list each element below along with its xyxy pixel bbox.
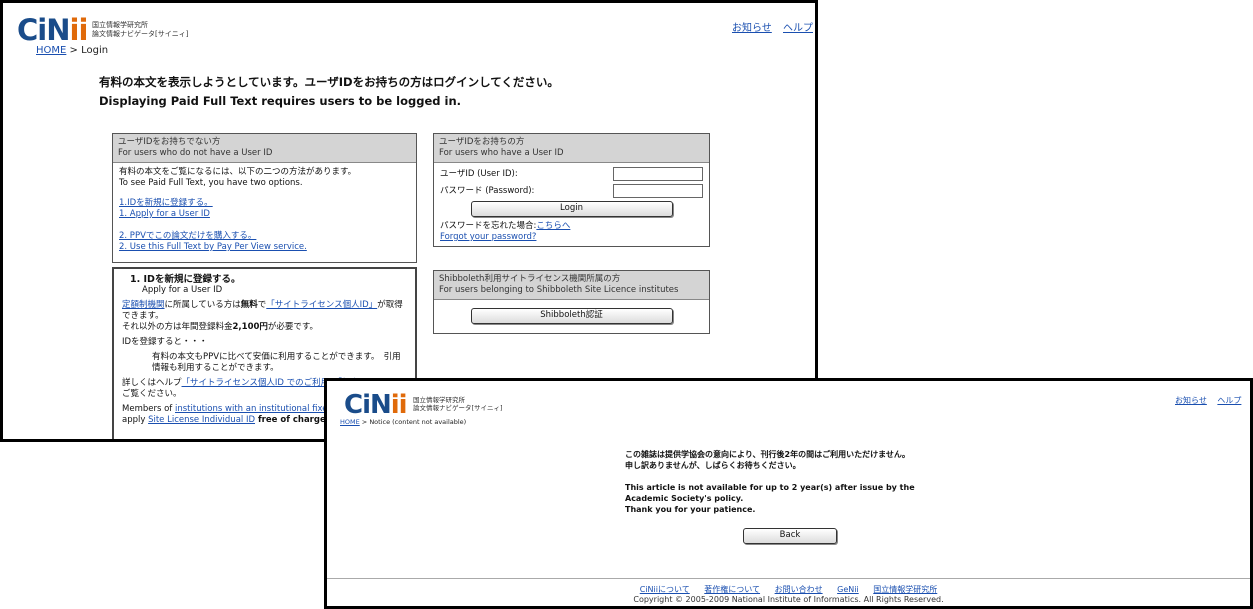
apply-user-id-link-en[interactable]: 1. Apply for a User ID [119,209,210,219]
notice-message-ja: この雑誌は提供学協会の意向により、刊行後2年の間はご利用いただけません。 申し訳… [625,450,910,470]
breadcrumb-home-link[interactable]: HOME [36,45,66,56]
password-label: パスワード (Password): [440,185,535,196]
contact-link[interactable]: お問い合わせ [775,585,823,594]
user-id-label: ユーザID (User ID): [440,168,518,179]
panel-header: Shibboleth利用サイトライセンス機関所属の方 For users bel… [434,271,709,300]
page-heading: 有料の本文を表示しようとしています。ユーザIDをお持ちの方はログインしてください… [99,75,559,108]
back-button[interactable]: Back [743,528,837,544]
forgot-password-link-en[interactable]: Forgot your password? [440,232,536,242]
login-page-screenshot: CiNii 国立情報学研究所 論文情報ナビゲータ[サイニィ] お知らせ ヘルプ H… [0,0,818,442]
detail-line-1: 定額制機関に所属している方は無料で「サイトライセンス個人ID」が取得できます。 … [122,300,403,332]
breadcrumb: HOME > Notice (content not available) [340,418,467,426]
site-license-id-link[interactable]: 「サイトライセンス個人ID」 [266,300,377,310]
fixed-rate-institution-link[interactable]: 定額制機関 [122,300,165,310]
cinii-logo[interactable]: CiNii [344,390,408,420]
password-input[interactable] [613,184,703,198]
footer-divider [327,578,1250,579]
help-link[interactable]: ヘルプ [783,23,813,34]
apply-user-id-link-ja[interactable]: 1.IDを新規に登録する。 [119,198,213,208]
detail-subtitle: Apply for a User ID [142,285,223,295]
help-link[interactable]: ヘルプ [1217,396,1241,405]
site-license-individual-id-link[interactable]: Site License Individual ID [148,415,255,425]
detail-line-4: 有料の本文もPPVに比べて安価に利用することができます。 引用情報も利用すること… [152,352,401,373]
forgot-password-link-ja[interactable]: こちらへ [536,221,570,231]
no-user-id-panel: ユーザIDをお持ちでない方 For users who do not have … [112,133,417,263]
login-button[interactable]: Login [470,201,673,217]
notice-link[interactable]: お知らせ [1175,396,1207,405]
panel-header: ユーザIDをお持ちの方 For users who have a User ID [434,134,709,163]
shibboleth-auth-button[interactable]: Shibboleth認証 [470,308,673,324]
institutions-link[interactable]: institutions with an institutional fixed… [175,404,336,414]
copyright-text: Copyright © 2005-2009 National Institute… [633,595,944,604]
genii-link[interactable]: GeNii [837,585,859,594]
footer-links: CiNiiについて 著作権について お問い合わせ GeNii 国立情報学研究所 [327,584,1250,595]
breadcrumb: HOME > Login [36,45,109,56]
notice-link[interactable]: お知らせ [732,23,772,34]
top-links: お知らせ ヘルプ [732,19,813,34]
logo-subtitle: 国立情報学研究所 論文情報ナビゲータ[サイニィ] [413,396,503,412]
copyright-link[interactable]: 著作権について [704,585,760,594]
nii-link[interactable]: 国立情報学研究所 [873,585,937,594]
notice-page-screenshot: CiNii 国立情報学研究所 論文情報ナビゲータ[サイニィ] お知らせ ヘルプ H… [324,378,1253,609]
top-links: お知らせ ヘルプ [1175,395,1241,406]
breadcrumb-home-link[interactable]: HOME [340,418,360,426]
cinii-logo[interactable]: CiNii [17,13,88,47]
panel-header: ユーザIDをお持ちでない方 For users who do not have … [113,134,416,163]
notice-message-en: This article is not available for up to … [625,483,915,514]
logo-subtitle: 国立情報学研究所 論文情報ナビゲータ[サイニィ] [92,21,189,38]
login-panel: ユーザIDをお持ちの方 For users who have a User ID… [433,133,710,247]
shibboleth-panel: Shibboleth利用サイトライセンス機関所属の方 For users bel… [433,270,710,334]
detail-title: 1. IDを新規に登録する。 [130,274,241,285]
options-intro: 有料の本文をご覧になるには、以下の二つの方法があります。 To see Paid … [119,167,357,188]
ppv-link-en[interactable]: 2. Use this Full Text by Pay Per View se… [119,242,307,252]
ppv-link-ja[interactable]: 2. PPVでこの論文だけを購入する。 [119,231,256,241]
detail-line-3: IDを登録すると・・・ [122,337,208,347]
about-cinii-link[interactable]: CiNiiについて [640,585,690,594]
user-id-input[interactable] [613,167,703,181]
